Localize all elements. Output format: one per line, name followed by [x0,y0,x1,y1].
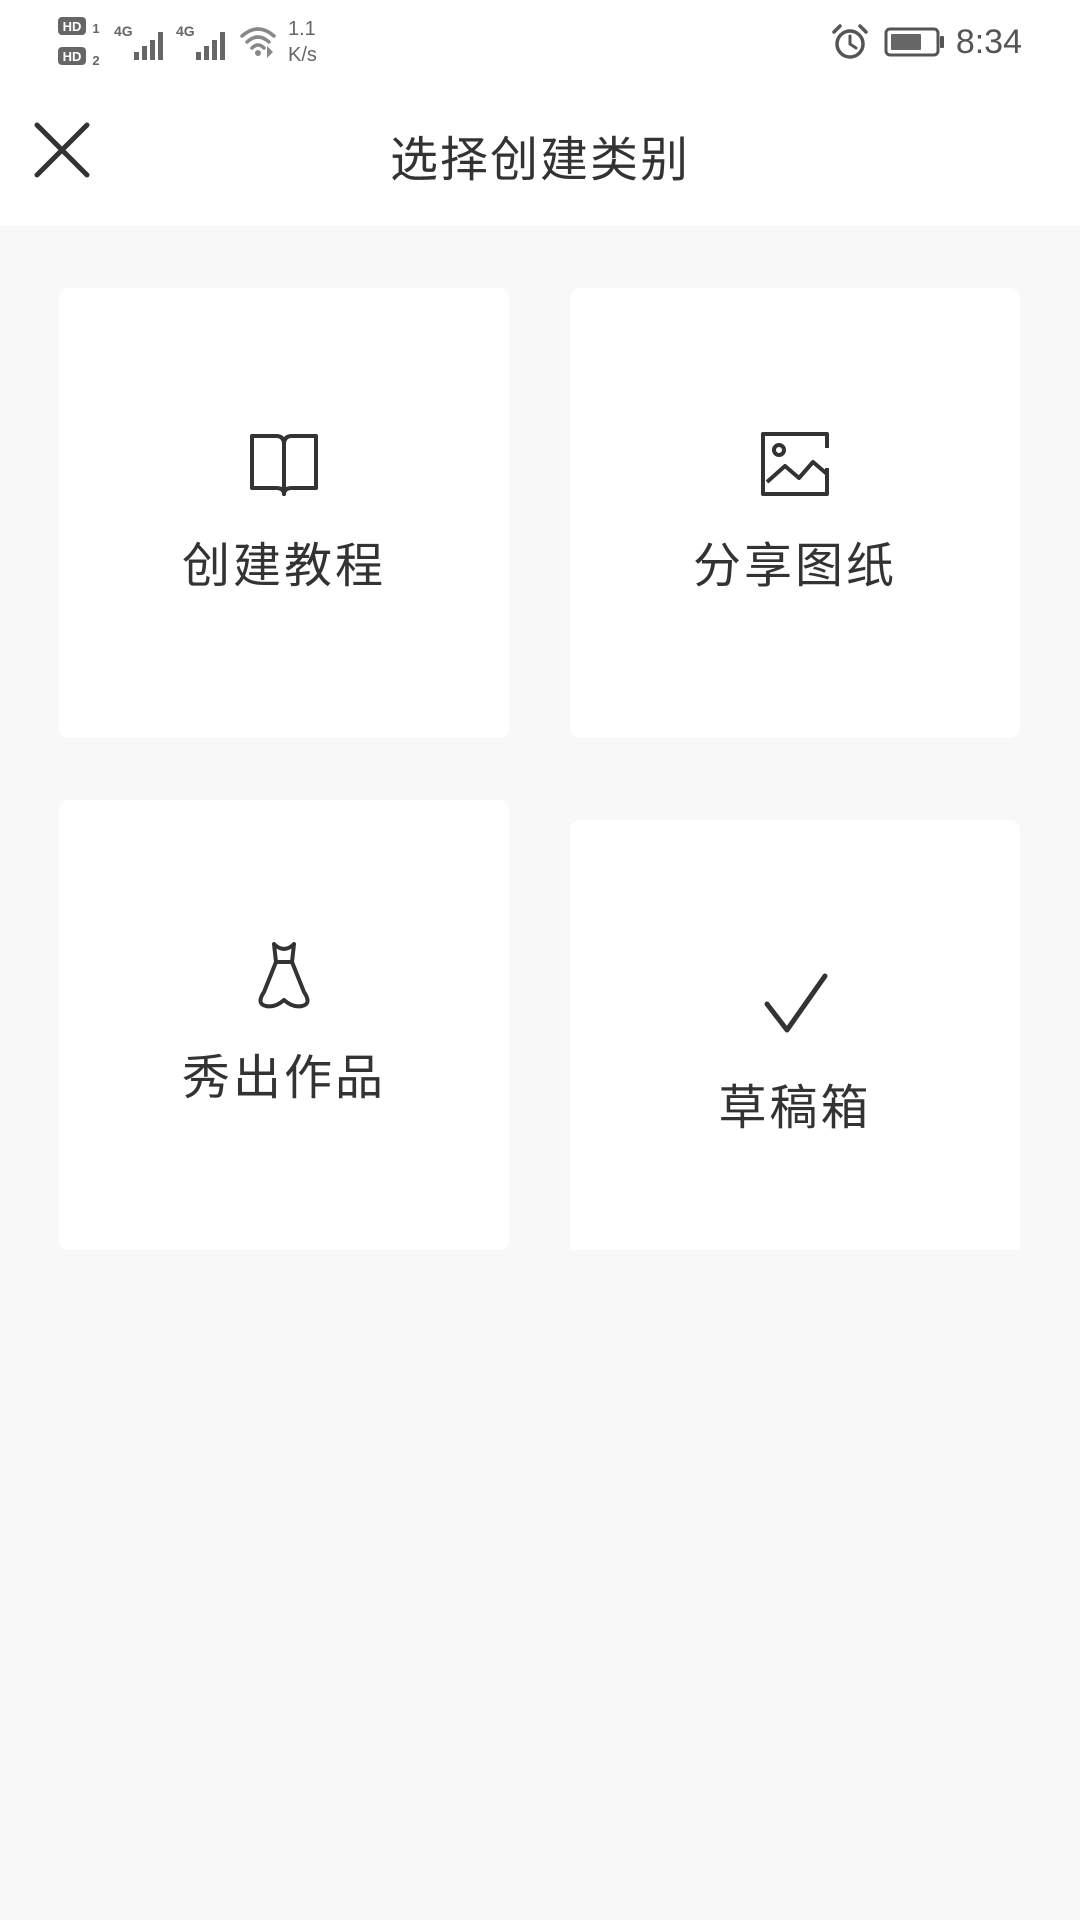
svg-text:2: 2 [92,53,99,68]
svg-text:HD: HD [63,19,82,34]
svg-text:1: 1 [92,21,99,36]
image-icon [761,432,829,496]
dress-icon [258,942,310,1009]
alarm-icon [832,24,868,59]
battery-icon [884,27,944,57]
hd-sim-icon: HD 1 HD 2 [58,17,100,68]
check-icon [764,973,828,1033]
svg-text:HD: HD [63,49,82,64]
book-icon [250,434,318,496]
create-tutorial-card[interactable]: 创建教程 [59,288,509,738]
status-right: 8:34 [830,10,1022,74]
card-label: 分享图纸 [692,538,897,594]
status-bar: HD 1 HD 2 4G 4G 1.1 K/s 8:34 [0,0,1080,84]
net-speed: 1.1 K/s [288,16,317,68]
status-left: HD 1 HD 2 4G 4G 1.1 K/s [56,10,317,74]
app-header: 选择创建类别 [0,84,1080,226]
status-time: 8:34 [955,22,1022,61]
share-drawing-card[interactable]: 分享图纸 [570,288,1020,738]
net-speed-unit: K/s [288,44,317,66]
card-label: 秀出作品 [181,1050,386,1106]
show-work-card[interactable]: 秀出作品 [59,800,509,1250]
net-speed-value: 1.1 [288,18,316,40]
signal-icon: 4G [114,23,163,60]
card-label: 创建教程 [181,538,386,594]
signal-icon-2: 4G [176,23,225,60]
wifi-icon [240,27,276,58]
page-title: 选择创建类别 [389,132,690,188]
drafts-card[interactable]: 草稿箱 [570,820,1020,1250]
svg-text:4G: 4G [176,23,195,39]
card-label: 草稿箱 [718,1080,872,1136]
svg-text:4G: 4G [114,23,133,39]
